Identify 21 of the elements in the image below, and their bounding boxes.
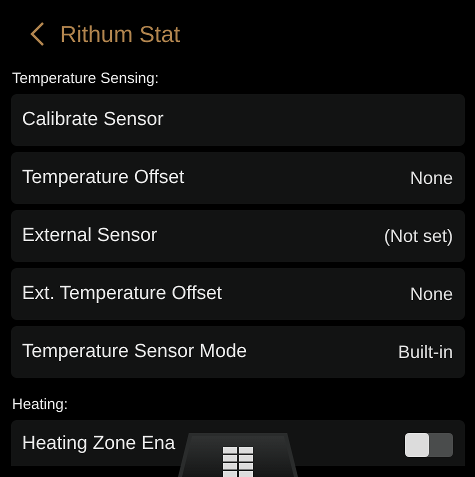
- toggle-switch[interactable]: [405, 433, 453, 457]
- setting-value: Built-in: [398, 342, 453, 362]
- setting-row[interactable]: Temperature Offset None: [11, 152, 465, 204]
- setting-label: Temperature Sensor Mode: [22, 341, 247, 363]
- setting-label: Temperature Offset: [22, 167, 184, 189]
- page-title: Rithum Stat: [60, 20, 180, 48]
- section-label: Temperature Sensing:: [12, 70, 159, 87]
- setting-row[interactable]: Temperature Sensor Mode Built-in: [11, 326, 465, 378]
- back-icon[interactable]: [28, 21, 46, 47]
- setting-label: External Sensor: [22, 225, 158, 247]
- setting-row[interactable]: Ext. Temperature Offset None: [11, 268, 465, 320]
- section-label: Heating:: [12, 396, 68, 413]
- setting-row[interactable]: Calibrate Sensor: [11, 94, 465, 146]
- setting-value: None: [410, 168, 453, 188]
- setting-value: None: [410, 284, 453, 304]
- setting-row[interactable]: External Sensor (Not set): [11, 210, 465, 262]
- grid-icon: [223, 447, 253, 477]
- setting-label: Ext. Temperature Offset: [22, 283, 222, 305]
- setting-label: Calibrate Sensor: [22, 109, 164, 131]
- setting-label: Heating Zone Ena: [22, 433, 176, 455]
- setting-value: (Not set): [384, 226, 453, 246]
